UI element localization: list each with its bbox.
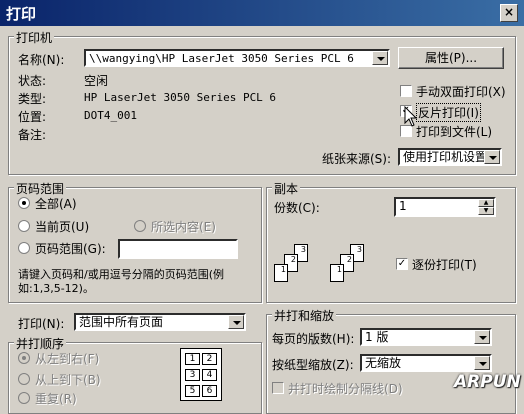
type-value: HP LaserJet 3050 Series PCL 6 (84, 91, 277, 104)
copies-count-label: 份数(C): (274, 201, 320, 215)
collate-icon: 3 2 1 3 2 1 (272, 240, 382, 296)
paper-source-combo[interactable]: 使用打印机设置 (398, 148, 502, 166)
arpun-watermark: ARPUN (454, 372, 521, 392)
print-what-value: 范围中所有页面 (79, 315, 164, 329)
copies-count-value: 1 (399, 199, 407, 213)
printer-legend: 打印机 (14, 29, 55, 46)
status-label: 状态: (18, 74, 47, 88)
spin-up-icon[interactable]: ▲ (478, 199, 494, 207)
range-all-label: 全部(A) (35, 197, 77, 211)
collate-label: 逐份打印(T) (412, 258, 477, 272)
range-pages-label: 页码范围(G): (35, 242, 106, 256)
per-sheet-label: 每页的版数(H): (272, 332, 355, 346)
draw-border-checkbox[interactable] (272, 382, 284, 394)
chevron-down-icon[interactable] (484, 150, 500, 164)
range-selection-radio[interactable] (134, 220, 146, 232)
printer-name-value: \\wangying\HP LaserJet 3050 Series PCL 6 (89, 52, 354, 65)
title-bar: 打印 × (0, 0, 524, 26)
copies-legend: 副本 (272, 180, 301, 197)
duplex-label: 手动双面打印(X) (416, 85, 506, 99)
range-all-radio[interactable] (18, 197, 30, 209)
order-ttb-radio[interactable] (18, 373, 30, 385)
comment-label: 备注: (18, 128, 47, 142)
order-preview-icon: 1 2 3 4 5 6 (180, 348, 222, 401)
mouse-cursor-icon (404, 106, 418, 127)
range-hint: 请键入页码和/或用逗号分隔的页码范围(例如:1,3,5-12)。 (18, 268, 224, 295)
order-repeat-label: 重复(R) (35, 392, 77, 406)
collate-checkbox[interactable]: ✓ (396, 258, 408, 270)
print-what-label: 打印(N): (18, 317, 65, 331)
type-label: 类型: (18, 92, 47, 106)
scale-combo[interactable]: 无缩放 (360, 354, 492, 372)
location-label: 位置: (18, 110, 47, 124)
order-ltr-radio[interactable] (18, 352, 30, 364)
range-current-radio[interactable] (18, 220, 30, 232)
zoom-legend: 并打和缩放 (272, 307, 337, 324)
window-title: 打印 (6, 5, 37, 23)
scale-value: 无缩放 (365, 356, 402, 370)
range-pages-input[interactable] (118, 239, 238, 259)
chevron-down-icon[interactable] (372, 51, 388, 65)
printer-name-label: 名称(N): (18, 53, 65, 67)
close-button[interactable]: × (500, 4, 518, 22)
copies-count-spinner[interactable]: 1 ▲ ▼ (394, 197, 496, 217)
order-ltr-label: 从左到右(F) (35, 352, 100, 366)
order-ttb-label: 从上到下(B) (35, 373, 101, 387)
draw-border-label: 并打时绘制分隔线(D) (288, 382, 403, 396)
duplex-checkbox[interactable] (400, 85, 412, 97)
location-value: DOT4_001 (84, 109, 137, 122)
status-value: 空闲 (84, 74, 109, 88)
paper-source-label: 纸张来源(S): (322, 152, 392, 166)
print-what-combo[interactable]: 范围中所有页面 (74, 313, 246, 331)
chevron-down-icon[interactable] (474, 330, 490, 344)
chevron-down-icon[interactable] (228, 315, 244, 329)
spin-down-icon[interactable]: ▼ (478, 207, 494, 215)
scale-label: 按纸型缩放(Z): (272, 358, 354, 372)
reverse-label: 反片打印(I) (416, 103, 481, 122)
print-to-file-label: 打印到文件(L) (416, 125, 493, 139)
paper-source-value: 使用打印机设置 (403, 150, 488, 164)
range-selection-label: 所选内容(E) (151, 220, 216, 234)
per-sheet-value: 1 版 (365, 330, 389, 344)
per-sheet-combo[interactable]: 1 版 (360, 328, 492, 346)
order-repeat-radio[interactable] (18, 392, 30, 404)
range-pages-radio[interactable] (18, 242, 30, 254)
chevron-down-icon[interactable] (474, 356, 490, 370)
printer-name-combo[interactable]: \\wangying\HP LaserJet 3050 Series PCL 6 (84, 49, 390, 67)
range-current-label: 当前页(U) (35, 220, 90, 234)
properties-button[interactable]: 属性(P)... (398, 47, 504, 69)
